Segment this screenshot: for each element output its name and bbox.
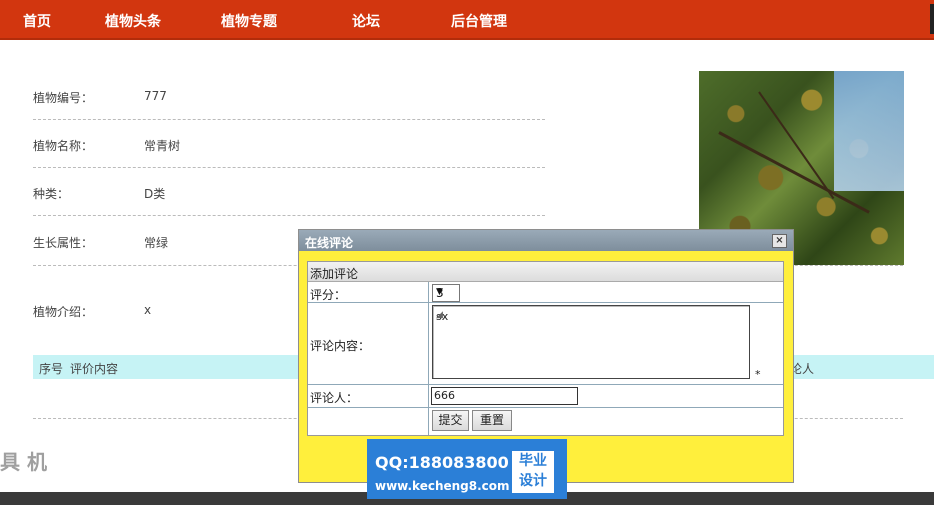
banner-site: www.kecheng8.com <box>375 479 510 493</box>
submit-button[interactable]: 提交 <box>432 410 469 431</box>
section-title: 添加评论 <box>310 267 359 281</box>
comment-content-textarea[interactable]: sx ◢ <box>432 305 750 379</box>
watermark-left: 具 机 <box>0 450 47 474</box>
photo-sky <box>834 71 904 191</box>
score-select[interactable]: 3 ▼ <box>432 284 460 302</box>
photo-branch <box>758 91 835 200</box>
nav-edge <box>930 4 934 34</box>
col-content: 评价内容 <box>70 362 119 376</box>
promo-banner: QQ:188083800 www.kecheng8.com 毕业 设计 <box>367 439 567 499</box>
detail-label: 种类： <box>33 187 70 201</box>
required-mark: * <box>755 368 761 381</box>
form-divider <box>308 407 783 408</box>
divider <box>33 215 545 216</box>
badge-line1: 毕业 <box>519 453 547 469</box>
detail-value: 常绿 <box>144 236 169 250</box>
divider <box>33 167 545 168</box>
nav-admin[interactable]: 后台管理 <box>451 11 507 31</box>
detail-label: 植物名称： <box>33 139 94 153</box>
col-index: 序号 <box>39 362 64 376</box>
detail-label: 植物编号： <box>33 91 94 105</box>
reviewer-label: 评论人： <box>310 391 359 405</box>
dialog-title: 在线评论 <box>305 236 354 250</box>
content-label: 评论内容： <box>310 339 371 353</box>
form-divider <box>308 302 783 303</box>
form-divider <box>428 282 429 435</box>
detail-value: 常青树 <box>144 139 181 153</box>
badge-line2: 设计 <box>519 473 547 489</box>
detail-value: 777 <box>144 89 167 103</box>
reviewer-value: 666 <box>434 389 455 402</box>
nav-forum[interactable]: 论坛 <box>352 11 380 31</box>
close-icon[interactable]: × <box>772 234 787 248</box>
detail-value: x <box>144 303 152 317</box>
top-nav: 首页 植物头条 植物专题 论坛 后台管理 <box>0 0 934 40</box>
reset-button[interactable]: 重置 <box>472 410 512 431</box>
chevron-down-icon: ▼ <box>436 287 443 297</box>
reviewer-input[interactable]: 666 <box>431 387 578 405</box>
nav-plant-topics[interactable]: 植物专题 <box>221 11 277 31</box>
form-divider <box>308 384 783 385</box>
dialog-titlebar[interactable]: 在线评论 × <box>299 230 793 251</box>
comment-form: 添加评论 评分： 3 ▼ 评论内容： sx ◢ * 评论人： 666 提交 重置 <box>307 261 784 436</box>
detail-label: 植物介绍： <box>33 305 94 319</box>
banner-badge: 毕业 设计 <box>512 451 554 493</box>
resize-grip-icon[interactable]: ◢ <box>436 310 748 377</box>
nav-home[interactable]: 首页 <box>23 11 51 31</box>
detail-label: 生长属性： <box>33 236 94 250</box>
detail-value: D类 <box>144 187 166 201</box>
divider <box>33 119 545 120</box>
nav-plant-headlines[interactable]: 植物头条 <box>105 11 161 31</box>
banner-qq: QQ:188083800 <box>375 453 509 472</box>
form-section-header: 添加评论 <box>308 262 783 282</box>
score-label: 评分： <box>310 288 347 302</box>
